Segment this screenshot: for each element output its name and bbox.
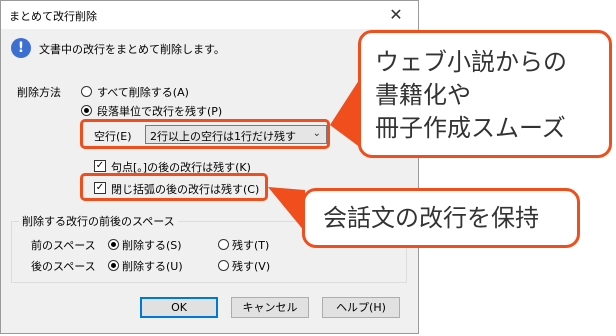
callout-top-line1: ウェブ小説からの <box>375 48 567 76</box>
callout-bottom-text: 会話文の改行を保持 <box>323 204 539 232</box>
callout-top-line2: 書籍化や <box>375 81 471 109</box>
callout-pointer-bottom <box>268 187 305 232</box>
callout-bottom: 会話文の改行を保持 <box>302 188 580 248</box>
callout-pointer-top <box>330 77 361 148</box>
callout-top-line3: 冊子作成スムーズ <box>375 114 566 142</box>
callout-top: ウェブ小説からの 書籍化や 冊子作成スムーズ <box>358 30 612 158</box>
